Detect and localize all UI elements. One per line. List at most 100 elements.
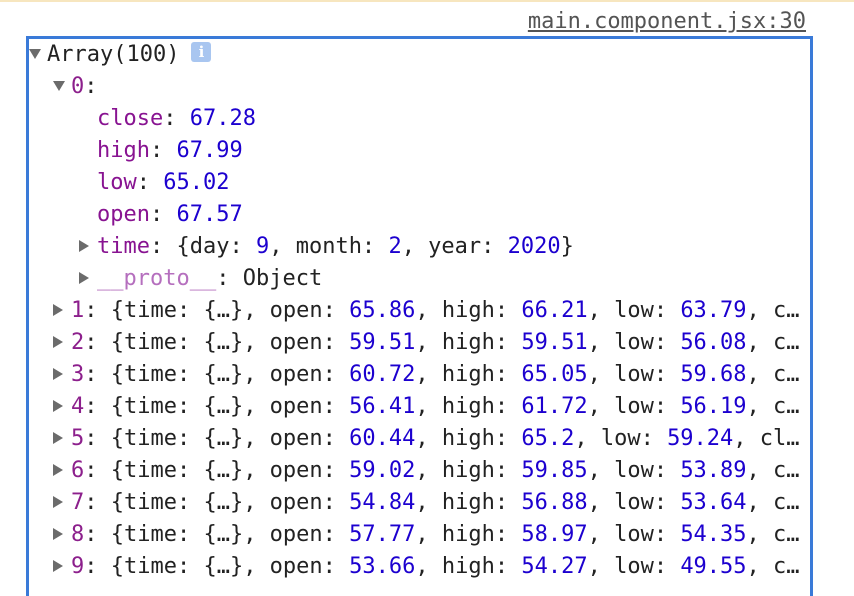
proto-row[interactable]: __proto__: Object (79, 263, 810, 295)
collapsed-item-row[interactable]: 3: {time: {…}, open: 60.72, high: 65.05,… (53, 359, 810, 391)
high-value: 65.05 (521, 362, 588, 387)
collapsed-item-row[interactable]: 6: {time: {…}, open: 59.02, high: 59.85,… (53, 455, 810, 487)
item-index: 8 (71, 522, 85, 547)
expand-arrow-right-icon[interactable] (53, 559, 63, 572)
property-key: low (97, 170, 137, 195)
high-value: 58.97 (521, 522, 588, 547)
collapsed-item-row[interactable]: 2: {time: {…}, open: 59.51, high: 59.51,… (53, 327, 810, 359)
open-value: 65.86 (349, 298, 416, 323)
expand-arrow-right-icon[interactable] (53, 335, 63, 348)
low-value: 53.89 (680, 458, 747, 483)
expanded-item-row[interactable]: 0: (53, 71, 810, 103)
property-row: low: 65.02 (97, 167, 810, 199)
item-preview-tail: cl… (773, 554, 810, 579)
warning-strip (0, 0, 854, 2)
item-index: 9 (71, 554, 85, 579)
collapsed-item-row[interactable]: 9: {time: {…}, open: 53.66, high: 54.27,… (53, 551, 810, 583)
open-value: 60.72 (349, 362, 416, 387)
item-preview-tail: cl… (773, 298, 810, 323)
high-value: 66.21 (521, 298, 588, 323)
collapsed-item-row[interactable]: 1: {time: {…}, open: 65.86, high: 66.21,… (53, 295, 810, 327)
property-value: 67.99 (176, 138, 243, 163)
item-preview-prefix: : {time: {…}, open: (84, 458, 350, 483)
expand-arrow-right-icon[interactable] (53, 367, 63, 380)
colon: : (84, 74, 98, 99)
property-row: close: 67.28 (97, 103, 810, 135)
high-label: , high: (415, 330, 522, 355)
low-label: , low: (587, 394, 681, 419)
info-icon[interactable]: i (191, 42, 212, 62)
low-value: 56.19 (680, 394, 747, 419)
open-value: 59.02 (349, 458, 416, 483)
time-day: 9 (255, 234, 270, 259)
low-label: , low: (587, 490, 681, 515)
collapsed-item-row[interactable]: 4: {time: {…}, open: 56.41, high: 61.72,… (53, 391, 810, 423)
colon: : (149, 138, 164, 163)
low-value: 49.55 (680, 554, 747, 579)
item-preview-prefix: : {time: {…}, open: (84, 426, 350, 451)
expand-arrow-right-icon[interactable] (53, 431, 63, 444)
expand-arrow-right-icon[interactable] (53, 463, 63, 476)
property-key: time (97, 234, 150, 259)
expand-arrow-right-icon[interactable] (53, 527, 63, 540)
high-label: , high: (415, 362, 522, 387)
item-index: 3 (71, 362, 85, 387)
high-value: 59.85 (521, 458, 588, 483)
time-property-row[interactable]: time: {day: 9, month: 2, year: 2020} (79, 231, 810, 263)
item-preview-sep: , (746, 490, 774, 515)
high-value: 61.72 (521, 394, 588, 419)
item-preview-prefix: : {time: {…}, open: (84, 554, 350, 579)
item-preview-tail: cl… (773, 458, 810, 483)
high-label: , high: (415, 522, 522, 547)
low-value: 53.64 (680, 490, 747, 515)
item-preview-prefix: : {time: {…}, open: (84, 298, 350, 323)
item-preview-prefix: : {time: {…}, open: (84, 330, 350, 355)
expand-arrow-right-icon[interactable] (53, 303, 63, 316)
item-index: 6 (71, 458, 85, 483)
time-year: 2020 (507, 234, 561, 259)
open-value: 53.66 (349, 554, 416, 579)
property-key: close (97, 106, 164, 131)
open-value: 56.41 (349, 394, 416, 419)
item-preview-sep: , (746, 362, 774, 387)
item-index: 7 (71, 490, 85, 515)
time-preview-sep: , year: (401, 234, 508, 259)
collapsed-item-row[interactable]: 5: {time: {…}, open: 60.44, high: 65.2, … (53, 423, 810, 455)
array-label: Array(100) (47, 42, 180, 67)
expand-arrow-right-icon[interactable] (79, 239, 89, 252)
expand-arrow-right-icon[interactable] (79, 271, 89, 284)
array-root-row[interactable]: Array(100) i (29, 39, 810, 71)
item-preview-tail: cl… (773, 394, 810, 419)
colon: : (163, 106, 177, 131)
collapsed-item-row[interactable]: 7: {time: {…}, open: 54.84, high: 56.88,… (53, 487, 810, 519)
source-link[interactable]: main.component.jsx:30 (528, 7, 806, 37)
time-preview-sep: , month: (269, 234, 389, 259)
item-preview-tail: cl… (773, 522, 810, 547)
low-label: , low: (587, 554, 681, 579)
low-label: , low: (587, 298, 681, 323)
item-preview-sep: , (746, 330, 774, 355)
property-value: 67.28 (189, 106, 256, 131)
high-value: 59.51 (521, 330, 588, 355)
expand-arrow-right-icon[interactable] (53, 495, 63, 508)
high-label: , high: (415, 298, 522, 323)
item-index: 5 (71, 426, 85, 451)
collapsed-item-row[interactable]: 8: {time: {…}, open: 57.77, high: 58.97,… (53, 519, 810, 551)
colon: : (149, 202, 164, 227)
expand-arrow-down-icon[interactable] (29, 49, 41, 59)
low-value: 56.08 (680, 330, 747, 355)
low-label: , low: (587, 362, 681, 387)
time-month: 2 (388, 234, 402, 259)
expand-arrow-right-icon[interactable] (53, 399, 63, 412)
high-label: , high: (415, 426, 522, 451)
item-preview-tail: cl… (773, 362, 810, 387)
low-label: , low: (587, 458, 681, 483)
item-preview-prefix: : {time: {…}, open: (84, 362, 350, 387)
item-preview-sep: , (746, 522, 774, 547)
low-value: 59.68 (680, 362, 747, 387)
open-value: 57.77 (349, 522, 416, 547)
item-preview-sep: , (746, 554, 774, 579)
item-preview-tail: cl… (773, 490, 810, 515)
high-label: , high: (415, 394, 522, 419)
expand-arrow-down-icon[interactable] (53, 81, 65, 91)
